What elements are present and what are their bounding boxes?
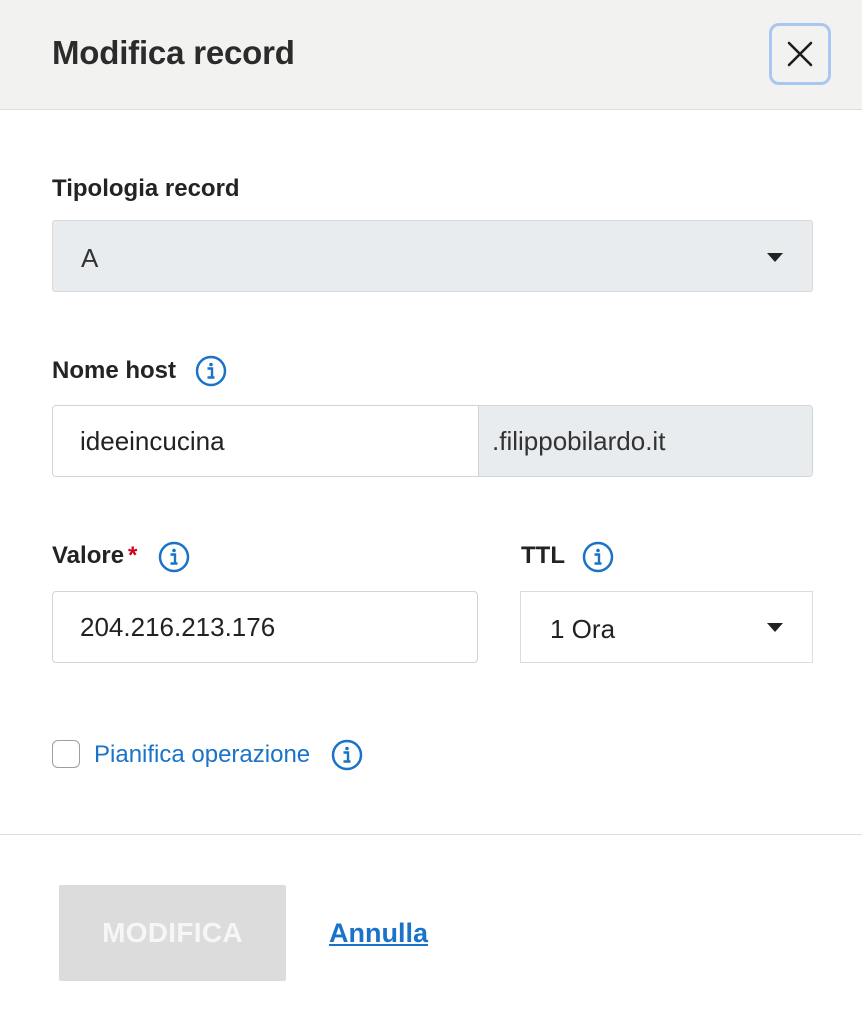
required-asterisk: * (128, 542, 138, 569)
schedule-label[interactable]: Pianifica operazione (94, 741, 310, 769)
close-icon (787, 41, 813, 67)
dialog-title: Modifica record (52, 34, 295, 71)
record-type-value: A (81, 243, 99, 273)
valore-input[interactable] (52, 591, 478, 663)
host-label: Nome host (52, 357, 177, 384)
dialog-header: Modifica record (0, 0, 862, 110)
ttl-label: TTL (521, 542, 565, 569)
ttl-value: 1 Ora (550, 614, 616, 644)
info-icon[interactable] (331, 739, 363, 771)
ttl-select[interactable]: 1 Ora (520, 591, 813, 663)
footer-divider (0, 834, 862, 835)
schedule-checkbox[interactable] (52, 740, 80, 768)
close-button[interactable] (769, 23, 831, 85)
record-type-select[interactable]: A (52, 220, 813, 292)
modifica-button[interactable]: MODIFICA (59, 885, 286, 981)
host-domain-suffix: .filippobilardo.it (479, 406, 812, 476)
chevron-down-icon (767, 623, 783, 632)
chevron-down-icon (767, 253, 783, 262)
info-icon[interactable] (158, 541, 190, 573)
valore-label-text: Valore (52, 542, 125, 569)
cancel-link[interactable]: Annulla (329, 918, 428, 949)
record-type-label: Tipologia record (52, 175, 240, 202)
host-field-group: .filippobilardo.it (52, 405, 813, 477)
info-icon[interactable] (195, 355, 227, 387)
valore-label: Valore * (52, 542, 137, 570)
host-input[interactable] (53, 406, 479, 476)
info-icon[interactable] (582, 541, 614, 573)
